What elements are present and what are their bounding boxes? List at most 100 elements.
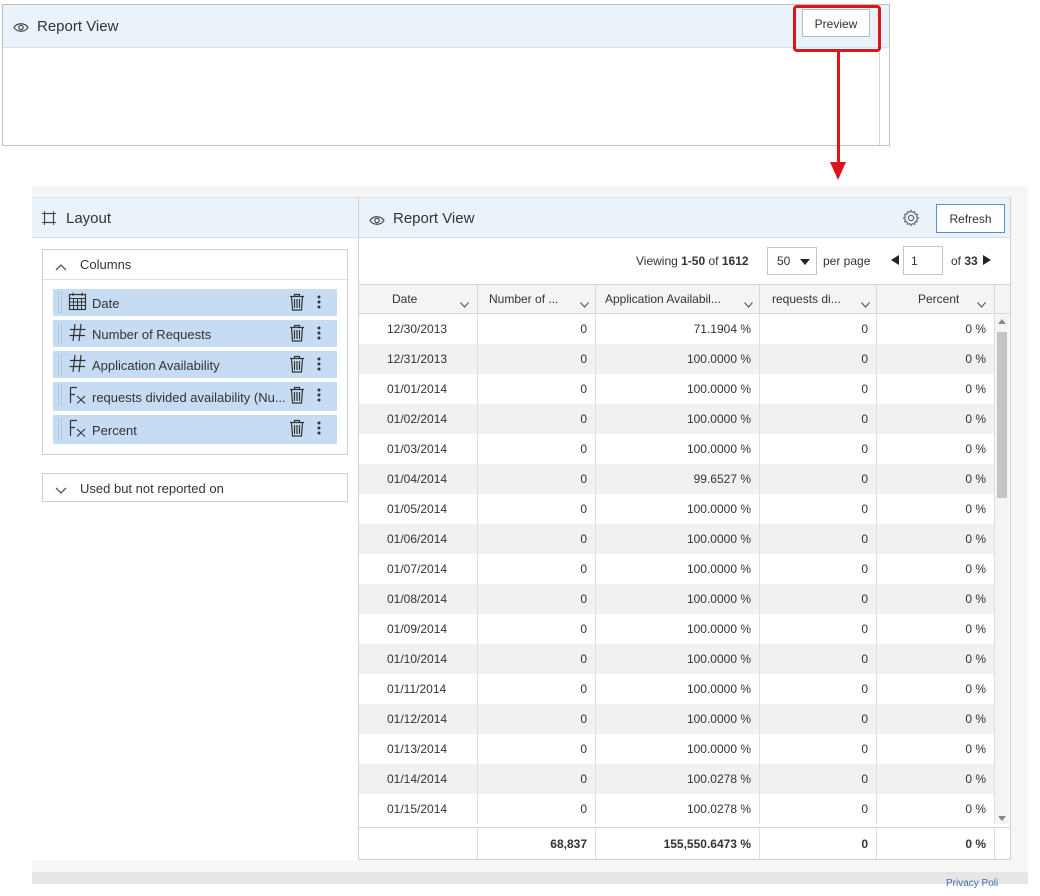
privacy-policy-link[interactable]: Privacy Poli [946, 878, 998, 889]
table-cell: 0 [760, 764, 877, 794]
table-cell: 0 [760, 404, 877, 434]
table-row[interactable]: 01/08/2014 0 100.0000 % 0 0 % [359, 584, 995, 614]
table-row[interactable]: 01/10/2014 0 100.0000 % 0 0 % [359, 644, 995, 674]
column-field-date[interactable]: Date [53, 289, 337, 316]
next-page-icon[interactable] [983, 255, 991, 265]
page-number-input[interactable]: 1 [903, 246, 943, 275]
table-cell: 0 [478, 404, 596, 434]
table-cell: 0 [760, 794, 877, 824]
table-cell: 0 % [877, 554, 995, 584]
table-cell-value: 0 % [965, 622, 986, 636]
table-cell-value: 100.0000 % [686, 682, 751, 696]
table-row[interactable]: 01/09/2014 0 100.0000 % 0 0 % [359, 614, 995, 644]
drag-handle-icon[interactable] [57, 354, 63, 375]
chevron-down-icon[interactable] [861, 297, 870, 311]
scroll-up-icon[interactable] [998, 319, 1006, 324]
drag-handle-icon[interactable] [57, 292, 63, 313]
table-cell-value: 0 % [965, 472, 986, 486]
table-cell-value: 0 [580, 532, 587, 546]
totals-cell: 155,550.6473 % [596, 828, 760, 859]
table-cell-value: 0 [861, 382, 868, 396]
drag-handle-icon[interactable] [57, 323, 63, 344]
drag-handle-icon[interactable] [57, 385, 63, 406]
table-row[interactable]: 01/12/2014 0 100.0000 % 0 0 % [359, 704, 995, 734]
column-header-date[interactable]: Date [359, 285, 478, 313]
table-cell-value: 01/10/2014 [387, 652, 448, 666]
table-cell-value: 0 [580, 502, 587, 516]
chevron-down-icon[interactable] [460, 297, 469, 311]
table-row[interactable]: 12/30/2013 0 71.1904 % 0 0 % [359, 314, 995, 344]
columns-section-toggle[interactable]: Columns [43, 250, 347, 280]
table-cell: 01/15/2014 [359, 794, 478, 824]
used-not-reported-section-toggle[interactable]: Used but not reported on [42, 473, 348, 502]
table-cell: 01/10/2014 [359, 644, 478, 674]
table-row[interactable]: 01/05/2014 0 100.0000 % 0 0 % [359, 494, 995, 524]
column-field-label: Date [92, 296, 120, 311]
trash-icon[interactable] [289, 355, 305, 378]
more-options-icon[interactable] [317, 295, 321, 314]
chevron-down-icon[interactable] [977, 297, 986, 311]
trash-icon[interactable] [289, 386, 305, 409]
trash-icon[interactable] [289, 419, 305, 442]
more-options-icon[interactable] [317, 326, 321, 345]
page-size-select[interactable]: 50 [767, 247, 817, 275]
table-cell-value: 0 [580, 592, 587, 606]
drag-handle-icon[interactable] [57, 418, 63, 439]
table-cell: 71.1904 % [596, 314, 760, 344]
table-row[interactable]: 01/01/2014 0 100.0000 % 0 0 % [359, 374, 995, 404]
chevron-down-icon[interactable] [580, 297, 589, 311]
gear-icon[interactable] [902, 209, 920, 232]
more-options-icon[interactable] [317, 357, 321, 376]
table-cell: 0 % [877, 584, 995, 614]
totals-cell-value: 0 [861, 837, 868, 851]
column-field-application-availability[interactable]: Application Availability [53, 351, 337, 378]
table-row[interactable]: 01/14/2014 0 100.0278 % 0 0 % [359, 764, 995, 794]
scrollbar-thumb[interactable] [997, 332, 1007, 498]
trash-icon[interactable] [289, 324, 305, 347]
column-field-number-of-requests[interactable]: Number of Requests [53, 320, 337, 347]
totals-cell-value: 68,837 [550, 837, 587, 851]
used-not-reported-label: Used but not reported on [80, 481, 224, 496]
table-row[interactable]: 01/02/2014 0 100.0000 % 0 0 % [359, 404, 995, 434]
table-row[interactable]: 01/15/2014 0 100.0278 % 0 0 % [359, 794, 995, 824]
trash-icon[interactable] [289, 293, 305, 316]
table-cell: 0 % [877, 494, 995, 524]
page-size-value: 50 [777, 254, 791, 268]
table-cell: 0 [478, 584, 596, 614]
column-header-percent[interactable]: Percent [877, 285, 995, 313]
table-row[interactable]: 12/31/2013 0 100.0000 % 0 0 % [359, 344, 995, 374]
formula-icon [68, 385, 88, 410]
table-cell-value: 0 [861, 352, 868, 366]
formula-icon [68, 418, 88, 443]
more-options-icon[interactable] [317, 388, 321, 407]
chevron-down-icon[interactable] [744, 297, 753, 311]
table-cell-value: 0 [861, 592, 868, 606]
more-options-icon[interactable] [317, 421, 321, 440]
table-row[interactable]: 01/04/2014 0 99.6527 % 0 0 % [359, 464, 995, 494]
table-row[interactable]: 01/13/2014 0 100.0000 % 0 0 % [359, 734, 995, 764]
table-row[interactable]: 01/07/2014 0 100.0000 % 0 0 % [359, 554, 995, 584]
total-pages-prefix: of [951, 254, 965, 268]
previous-page-icon[interactable] [891, 255, 899, 265]
table-cell: 01/09/2014 [359, 614, 478, 644]
grid-vertical-scrollbar[interactable] [995, 314, 1009, 824]
table-row[interactable]: 01/03/2014 0 100.0000 % 0 0 % [359, 434, 995, 464]
scroll-down-icon[interactable] [998, 816, 1006, 821]
table-cell: 0 [478, 464, 596, 494]
layout-icon [42, 211, 56, 230]
table-cell: 0 [760, 674, 877, 704]
table-row[interactable]: 01/06/2014 0 100.0000 % 0 0 % [359, 524, 995, 554]
table-row[interactable]: 01/11/2014 0 100.0000 % 0 0 % [359, 674, 995, 704]
column-header-application-availability[interactable]: Application Availabil... [596, 285, 760, 313]
column-header-label: Date [392, 292, 418, 306]
column-field-requests-divided-availability[interactable]: requests divided availability (Nu... [53, 382, 337, 411]
report-view-panel: Report View Refresh Viewing 1-50 of 1612… [358, 197, 1011, 860]
column-header-requests-divided[interactable]: requests di... [760, 285, 877, 313]
refresh-button[interactable]: Refresh [936, 204, 1005, 233]
table-cell: 100.0000 % [596, 494, 760, 524]
column-header-number-of-requests[interactable]: Number of ... [478, 285, 596, 313]
table-cell: 0 [760, 524, 877, 554]
column-field-percent[interactable]: Percent [53, 415, 337, 444]
table-cell: 0 [478, 344, 596, 374]
table-cell-value: 0 [580, 682, 587, 696]
